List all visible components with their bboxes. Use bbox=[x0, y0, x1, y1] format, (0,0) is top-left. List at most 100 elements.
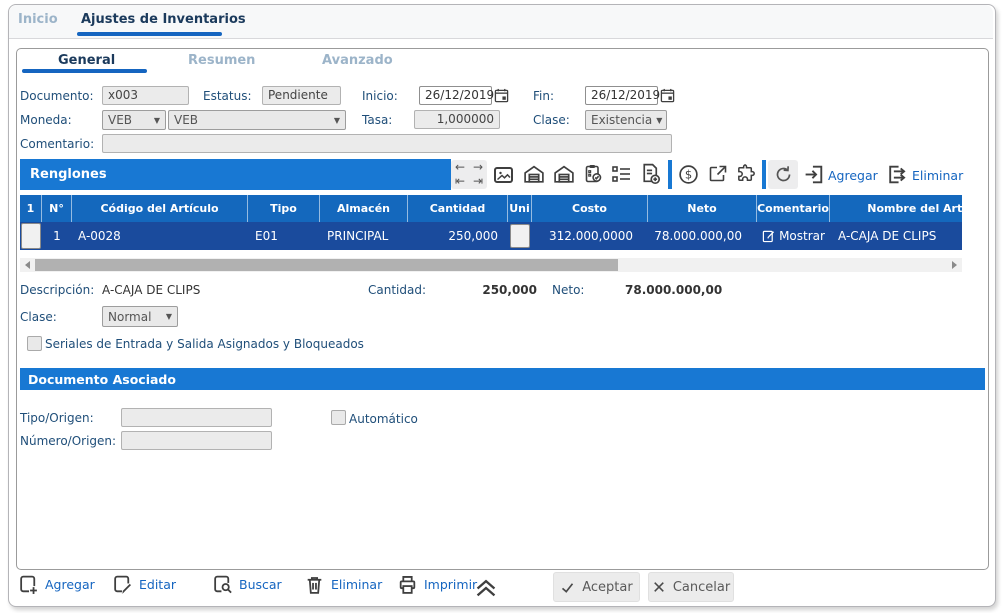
documento-field[interactable]: x003 bbox=[102, 86, 189, 105]
tab-inicio[interactable]: Inicio bbox=[18, 12, 58, 27]
last-row-icon[interactable]: ⇥ bbox=[473, 175, 483, 188]
tipo-origen-field[interactable] bbox=[121, 408, 272, 427]
grid-horizontal-scrollbar[interactable] bbox=[20, 258, 962, 272]
detail-clase-select-value: Normal bbox=[108, 310, 151, 324]
aceptar-label: Aceptar bbox=[582, 580, 632, 595]
subtab-resumen[interactable]: Resumen bbox=[188, 53, 255, 68]
scroll-left-icon bbox=[21, 261, 30, 269]
numero-origen-field[interactable] bbox=[121, 431, 272, 450]
agregar-renglon-button[interactable]: Agregar bbox=[828, 168, 878, 183]
inicio-calendar-icon[interactable] bbox=[494, 88, 509, 103]
documento-label: Documento: bbox=[20, 89, 94, 103]
descripcion-label: Descripción: bbox=[20, 283, 94, 297]
chevron-down-icon: ▼ bbox=[154, 116, 160, 125]
column-header-uni: Uni bbox=[508, 195, 532, 222]
cell-codigo: A-0028 bbox=[72, 222, 248, 250]
eliminar-renglon-button[interactable]: Eliminar bbox=[912, 168, 963, 183]
uni-checkbox[interactable] bbox=[510, 224, 530, 248]
note-edit-icon bbox=[762, 229, 775, 243]
cancelar-button[interactable]: Cancelar bbox=[648, 572, 734, 602]
moneda-select[interactable]: VEB ▼ bbox=[102, 110, 166, 130]
external-link-icon[interactable] bbox=[707, 163, 729, 185]
next-row-icon[interactable]: → bbox=[473, 161, 483, 174]
estatus-label: Estatus: bbox=[203, 89, 252, 103]
detail-clase-select[interactable]: Normal ▼ bbox=[102, 306, 178, 327]
grid-navigation-arrows[interactable]: ← → ⇤ ⇥ bbox=[451, 160, 487, 189]
clase-label: Clase: bbox=[533, 113, 570, 127]
trash-icon bbox=[304, 574, 325, 595]
chevron-down-icon: ▼ bbox=[656, 116, 662, 125]
search-document-icon bbox=[212, 574, 233, 595]
footer-eliminar-button[interactable]: Eliminar bbox=[304, 574, 382, 595]
detail-cantidad-value: 250,000 bbox=[470, 283, 537, 297]
detail-clase-label: Clase: bbox=[20, 310, 57, 324]
column-header-numero: N° bbox=[42, 195, 72, 222]
printer-icon bbox=[397, 574, 418, 595]
estatus-field[interactable]: Pendiente bbox=[262, 86, 341, 105]
scrollbar-thumb[interactable] bbox=[35, 259, 618, 271]
comentario-field[interactable] bbox=[102, 134, 672, 153]
check-icon bbox=[560, 580, 575, 595]
close-icon bbox=[652, 580, 666, 594]
clipboard-check-icon[interactable] bbox=[582, 162, 604, 185]
renglones-title: Renglones bbox=[30, 167, 107, 182]
aceptar-button[interactable]: Aceptar bbox=[553, 572, 640, 602]
inicio-date-field[interactable]: 26/12/2019 bbox=[419, 86, 492, 105]
first-row-icon[interactable]: ⇤ bbox=[455, 175, 465, 188]
moneda-detalle-select[interactable]: VEB ▼ bbox=[168, 110, 346, 130]
detail-neto-label: Neto: bbox=[552, 283, 584, 297]
mostrar-button[interactable]: Mostrar bbox=[762, 229, 825, 243]
row-selector-box[interactable] bbox=[21, 223, 41, 249]
cell-comentario[interactable]: Mostrar bbox=[757, 222, 830, 250]
footer-eliminar-label: Eliminar bbox=[331, 577, 382, 592]
clase-select[interactable]: Existencia ▼ bbox=[585, 110, 667, 130]
detail-cantidad-label: Cantidad: bbox=[368, 283, 426, 297]
clase-select-value: Existencia bbox=[591, 113, 652, 127]
warehouse-icon[interactable] bbox=[522, 163, 546, 186]
puzzle-icon[interactable] bbox=[735, 162, 758, 185]
prev-row-icon[interactable]: ← bbox=[455, 161, 465, 174]
row-selector-cell[interactable] bbox=[20, 222, 42, 250]
subtab-avanzado[interactable]: Avanzado bbox=[322, 53, 393, 68]
automatico-checkbox[interactable] bbox=[331, 410, 346, 425]
seriales-checkbox[interactable] bbox=[27, 336, 42, 351]
tasa-field[interactable]: 1,000000 bbox=[414, 110, 500, 129]
checklist-icon[interactable] bbox=[609, 163, 633, 185]
footer-editar-button[interactable]: Editar bbox=[112, 574, 176, 595]
screen: Inicio Ajustes de Inventarios General Re… bbox=[0, 0, 1003, 613]
column-header-neto: Neto bbox=[648, 195, 757, 222]
renglones-grid: 1 N° Código del Artículo Tipo Almacén Ca… bbox=[20, 195, 962, 250]
warehouse-transfer-icon[interactable] bbox=[552, 163, 576, 186]
tab-ajustes-de-inventarios[interactable]: Ajustes de Inventarios bbox=[81, 12, 246, 27]
footer-agregar-label: Agregar bbox=[45, 577, 95, 592]
footer-imprimir-button[interactable]: Imprimir bbox=[397, 574, 477, 595]
image-icon[interactable] bbox=[492, 164, 515, 186]
footer-imprimir-label: Imprimir bbox=[424, 577, 477, 592]
documento-asociado-title: Documento Asociado bbox=[28, 372, 176, 387]
document-add-icon[interactable] bbox=[638, 162, 662, 185]
fin-calendar-icon[interactable] bbox=[660, 88, 675, 103]
automatico-label: Automático bbox=[349, 412, 418, 426]
footer-buscar-button[interactable]: Buscar bbox=[212, 574, 282, 595]
tasa-label: Tasa: bbox=[362, 113, 392, 127]
fin-date-field[interactable]: 26/12/2019 bbox=[585, 86, 658, 105]
scroll-left-button[interactable] bbox=[20, 258, 34, 272]
refresh-button[interactable] bbox=[768, 160, 798, 189]
delete-row-icon[interactable] bbox=[885, 163, 909, 186]
scroll-right-button[interactable] bbox=[948, 258, 962, 272]
cell-nombre: A-CAJA DE CLIPS bbox=[830, 222, 962, 250]
footer-agregar-button[interactable]: Agregar bbox=[18, 574, 95, 595]
footer-buscar-label: Buscar bbox=[239, 577, 282, 592]
table-row[interactable]: 1 A-0028 E01 PRINCIPAL 250,000 312.000,0… bbox=[20, 222, 962, 250]
numero-origen-label: Número/Origen: bbox=[20, 434, 116, 448]
column-header-nombre: Nombre del Artículo bbox=[830, 195, 962, 222]
column-header-tipo: Tipo bbox=[248, 195, 320, 222]
cell-uni[interactable] bbox=[508, 222, 532, 250]
collapse-toolbar-button[interactable] bbox=[473, 578, 499, 597]
moneda-select-value: VEB bbox=[108, 113, 132, 127]
add-row-icon[interactable] bbox=[803, 163, 826, 186]
edit-document-icon bbox=[112, 574, 133, 595]
chevron-double-up-icon bbox=[473, 578, 499, 597]
subtab-general[interactable]: General bbox=[58, 53, 115, 68]
dollar-circle-icon[interactable]: $ bbox=[677, 163, 700, 186]
